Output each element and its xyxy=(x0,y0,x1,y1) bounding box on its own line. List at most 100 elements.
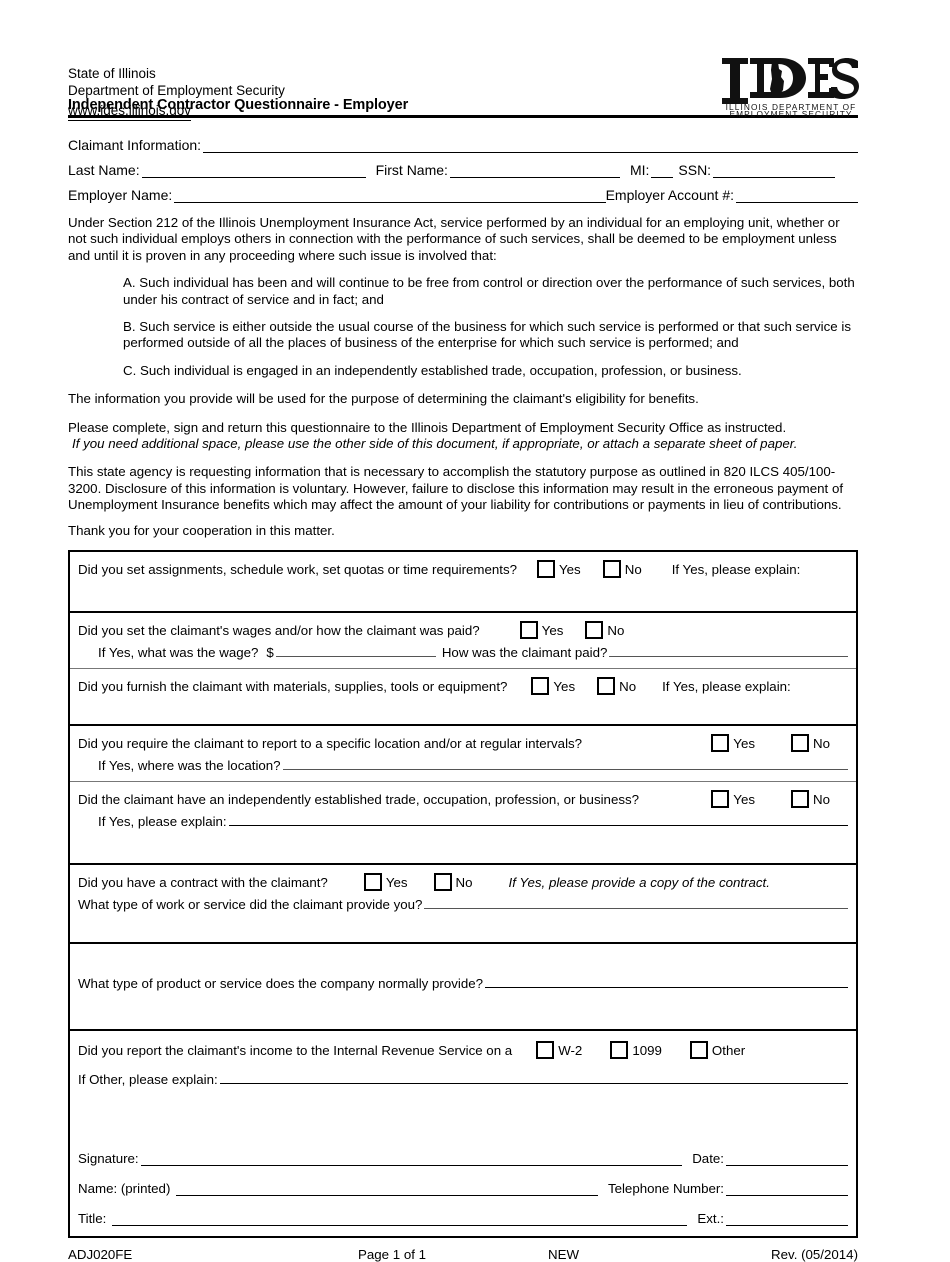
q9-w2-label: W-2 xyxy=(558,1042,583,1058)
q9-other-checkbox[interactable] xyxy=(689,1041,708,1060)
date-input[interactable] xyxy=(726,1153,848,1167)
claimant-info-input[interactable] xyxy=(203,140,858,153)
q9-w2-option[interactable]: W-2 xyxy=(536,1041,583,1060)
q2-no-checkbox[interactable] xyxy=(585,621,604,640)
question-group-3: Did you require the claimant to report t… xyxy=(70,726,856,866)
document-header: State of Illinois Department of Employme… xyxy=(68,0,859,121)
q6-yes-checkbox[interactable] xyxy=(363,873,382,892)
q5-yes-option[interactable]: Yes xyxy=(711,790,755,809)
q8-input[interactable] xyxy=(485,976,848,989)
employer-account-label: Employer Account #: xyxy=(605,187,734,203)
q4-yes-option[interactable]: Yes xyxy=(711,734,755,753)
q6-no-label: No xyxy=(455,874,473,890)
q9-text: Did you report the claimant's income to … xyxy=(78,1042,513,1058)
q3-no-checkbox[interactable] xyxy=(597,677,616,696)
agency-website-link[interactable]: www.ides.illinois.gov xyxy=(68,103,192,121)
q5-no-option[interactable]: No xyxy=(791,790,830,809)
ext-input[interactable] xyxy=(726,1213,848,1227)
q1-yes-checkbox[interactable] xyxy=(537,560,556,579)
telephone-input[interactable] xyxy=(726,1183,848,1197)
signature-input[interactable] xyxy=(140,1153,683,1167)
last-name-input[interactable] xyxy=(141,165,366,178)
q7-input[interactable] xyxy=(424,897,848,910)
q9-other-explain-input[interactable] xyxy=(219,1072,848,1085)
printed-name-input[interactable] xyxy=(176,1183,598,1197)
logo-subtitle-line2: EMPLOYMENT SECURITY xyxy=(729,109,852,118)
q1-yes-option[interactable]: Yes xyxy=(537,560,581,579)
q3-answer-area[interactable] xyxy=(78,697,848,719)
employer-name-input[interactable] xyxy=(174,190,606,203)
title-input[interactable] xyxy=(112,1213,688,1227)
printed-name-label: Name: (printed) xyxy=(78,1181,171,1197)
q6-no-checkbox[interactable] xyxy=(433,873,452,892)
first-name-input[interactable] xyxy=(449,165,620,178)
q5-yes-checkbox[interactable] xyxy=(711,790,730,809)
q9-answer-area[interactable] xyxy=(78,1095,848,1117)
footer-form-id: ADJ020FE xyxy=(68,1247,133,1262)
form-page: State of Illinois Department of Employme… xyxy=(68,0,859,1262)
q2-yes-checkbox[interactable] xyxy=(519,621,538,640)
footer-page-number: Page 1 of 1 xyxy=(358,1247,427,1262)
q3-yes-option[interactable]: Yes xyxy=(531,677,575,696)
q9-1099-option[interactable]: 1099 xyxy=(610,1041,662,1060)
question-group-2: Did you set the claimant's wages and/or … xyxy=(70,613,856,727)
first-name-label: First Name: xyxy=(375,162,448,178)
q3-no-option[interactable]: No xyxy=(597,677,637,696)
claimant-information-section: Claimant Information: Last Name: First N… xyxy=(68,128,858,203)
q4-no-label: No xyxy=(813,735,830,751)
questionnaire-table: Did you set assignments, schedule work, … xyxy=(68,550,858,1239)
employer-account-input[interactable] xyxy=(736,190,858,203)
q4-no-option[interactable]: No xyxy=(791,734,830,753)
clause-c: C. Such individual is engaged in an inde… xyxy=(123,362,742,378)
name-row: Last Name: First Name: MI: SSN: xyxy=(68,153,858,178)
employer-row: Employer Name: Employer Account #: xyxy=(68,178,858,203)
q1-text: Did you set assignments, schedule work, … xyxy=(78,561,518,577)
q2-wage-label: If Yes, what was the wage? xyxy=(98,644,259,660)
q4-no-checkbox[interactable] xyxy=(791,734,809,753)
q9-other-option[interactable]: Other xyxy=(689,1041,745,1060)
q6-yes-label: Yes xyxy=(385,874,408,890)
document-footer: ADJ020FE Page 1 of 1 NEW Rev. (05/2014) xyxy=(68,1247,858,1262)
q5-explain-input[interactable] xyxy=(228,814,848,827)
q4-yes-checkbox[interactable] xyxy=(711,734,730,753)
q6-note: If Yes, please provide a copy of the con… xyxy=(508,874,770,890)
ides-logo: ILLINOIS DEPARTMENT OF EMPLOYMENT SECURI… xyxy=(720,56,862,118)
q4-location-input[interactable] xyxy=(282,758,848,771)
question-group-1: Did you set assignments, schedule work, … xyxy=(70,552,856,614)
signature-label: Signature: xyxy=(78,1151,139,1167)
employer-name-label: Employer Name: xyxy=(68,187,173,203)
question-row-5: Did the claimant have an independently e… xyxy=(70,782,856,863)
q9-1099-checkbox[interactable] xyxy=(610,1041,629,1060)
q1-no-option[interactable]: No xyxy=(602,560,642,579)
clause-a: A. Such individual has been and will con… xyxy=(123,275,855,307)
q5-no-checkbox[interactable] xyxy=(791,790,809,809)
q5-answer-area[interactable] xyxy=(78,832,848,858)
q1-no-checkbox[interactable] xyxy=(602,560,621,579)
q2-wage-input[interactable] xyxy=(275,645,436,658)
q5-no-label: No xyxy=(813,791,830,807)
instructions-text: Please complete, sign and return this qu… xyxy=(68,419,787,435)
ssn-input[interactable] xyxy=(713,165,836,178)
telephone-label: Telephone Number: xyxy=(607,1181,724,1197)
q2-paid-input[interactable] xyxy=(609,645,848,658)
q2-no-option[interactable]: No xyxy=(585,621,624,640)
q6-no-option[interactable]: No xyxy=(433,873,473,892)
privacy-paragraph: This state agency is requesting informat… xyxy=(68,464,844,513)
q9-1099-label: 1099 xyxy=(632,1042,662,1058)
q2-yes-option[interactable]: Yes xyxy=(519,621,563,640)
q8-text: What type of product or service does the… xyxy=(78,975,484,991)
mi-label: MI: xyxy=(629,162,650,178)
title-row: Title: Ext.: xyxy=(70,1196,856,1227)
q7-answer-area[interactable] xyxy=(78,915,848,937)
title-label: Title: xyxy=(78,1211,107,1227)
mi-input[interactable] xyxy=(651,165,674,178)
intro-paragraph: Under Section 212 of the Illinois Unempl… xyxy=(68,215,840,263)
q3-no-label: No xyxy=(619,678,637,694)
q9-w2-checkbox[interactable] xyxy=(536,1041,555,1060)
q8-answer-area[interactable] xyxy=(78,994,848,1024)
question-row-8: What type of product or service does the… xyxy=(70,944,856,1029)
q6-yes-option[interactable]: Yes xyxy=(363,873,408,892)
q3-yes-checkbox[interactable] xyxy=(531,677,550,696)
q1-answer-area[interactable] xyxy=(78,580,848,606)
q6-text: Did you have a contract with the claiman… xyxy=(78,874,328,890)
